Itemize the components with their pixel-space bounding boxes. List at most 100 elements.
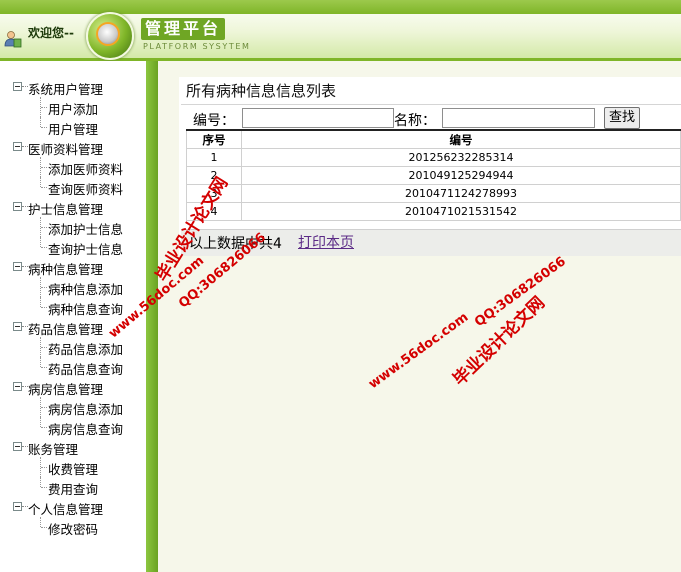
collapse-icon[interactable] [13,82,22,91]
collapse-icon[interactable] [13,262,22,271]
sidebar-item-label[interactable]: 病房信息添加 [48,399,123,418]
column-header-code: 编号 [241,129,681,149]
sidebar-item[interactable]: 药品信息添加 [0,337,146,357]
data-table: 序号 编号 1 201256232285314 2 20104912529494… [186,129,681,221]
sidebar-divider [146,61,158,572]
table-row[interactable]: 1 201256232285314 [186,148,681,167]
logo-center [96,22,120,46]
platform-title: 管理平台 [141,18,225,40]
sidebar-group[interactable]: 个人信息管理 [0,497,146,517]
sidebar-item[interactable]: 添加医师资料 [0,157,146,177]
tree-connector [41,347,47,349]
tree-connector [41,227,47,229]
sidebar-item[interactable]: 药品信息查询 [0,357,146,377]
tree-connector [40,237,42,247]
sidebar-group-label: 个人信息管理 [28,502,104,517]
row-code: 201049125294944 [241,166,681,185]
sidebar-group[interactable]: 医师资料管理 [0,137,146,157]
sidebar-item-label[interactable]: 收费管理 [48,459,98,478]
sidebar-group[interactable]: 系统用户管理 [0,77,146,97]
table-row[interactable]: 2 201049125294944 [186,166,681,185]
sidebar-group-label: 护士信息管理 [28,202,104,217]
header-top-bar [0,0,681,14]
sidebar-item-label[interactable]: 添加医师资料 [48,159,123,178]
sidebar-group-label: 账务管理 [28,442,79,457]
sidebar-item[interactable]: 收费管理 [0,457,146,477]
sidebar-item-label[interactable]: 病种信息添加 [48,279,123,298]
sidebar-group-label: 病种信息管理 [28,262,104,277]
column-header-index: 序号 [186,129,242,149]
welcome-text: 欢迎您-- [28,26,74,40]
sidebar-group-label: 病房信息管理 [28,382,104,397]
sidebar-group[interactable]: 账务管理 [0,437,146,457]
tree-connector [40,357,42,367]
tree-connector [40,297,42,307]
collapse-icon[interactable] [13,322,22,331]
page-title: 所有病种信息信息列表 [186,82,337,100]
logo-icon [86,12,134,60]
sidebar-item[interactable]: 用户管理 [0,117,146,137]
collapse-icon[interactable] [13,142,22,151]
sidebar-item[interactable]: 修改密码 [0,517,146,537]
collapse-icon[interactable] [13,382,22,391]
platform-subtitle: PLATFORM SYSYTEM [143,42,251,51]
sidebar-item[interactable]: 添加护士信息 [0,217,146,237]
sidebar-item-label[interactable]: 病种信息查询 [48,299,123,318]
sidebar-item-label[interactable]: 药品信息查询 [48,359,123,378]
tree-connector [41,527,47,529]
sidebar-group-label: 医师资料管理 [28,142,104,157]
table-row[interactable]: 3 2010471124278993 [186,184,681,203]
nav-tree: 系统用户管理用户添加 用户管理医师资料管理添加医师资料 查询医师资料护士信息管理添加… [0,77,146,537]
sidebar-group-label: 系统用户管理 [28,82,104,97]
sidebar-group[interactable]: 护士信息管理 [0,197,146,217]
row-index: 1 [186,148,242,167]
tree-connector [41,127,47,129]
sidebar-item[interactable]: 查询医师资料 [0,177,146,197]
sidebar-item-label[interactable]: 查询护士信息 [48,239,123,258]
sidebar-item[interactable]: 病房信息添加 [0,397,146,417]
code-label: 编号： [193,113,235,129]
tree-connector [41,407,47,409]
collapse-icon[interactable] [13,202,22,211]
print-page-link[interactable]: 打印本页 [298,232,354,252]
tree-connector [40,417,42,427]
name-input[interactable] [442,108,595,128]
sidebar-group[interactable]: 病种信息管理 [0,257,146,277]
tree-connector [41,367,47,369]
sidebar-item-label[interactable]: 病房信息查询 [48,419,123,438]
sidebar-item-label[interactable]: 药品信息添加 [48,339,123,358]
tree-connector [40,517,42,527]
sidebar-group[interactable]: 病房信息管理 [0,377,146,397]
sidebar-item-label[interactable]: 用户管理 [48,119,98,138]
sidebar-item-label[interactable]: 修改密码 [48,519,98,538]
search-button[interactable]: 查找 [604,107,640,129]
code-input[interactable] [242,108,394,128]
table-row[interactable]: 4 2010471021531542 [186,202,681,221]
tree-connector [41,107,47,109]
sidebar-item[interactable]: 病种信息添加 [0,277,146,297]
sidebar-item-label[interactable]: 用户添加 [48,99,98,118]
user-icon [4,31,22,48]
row-code: 201256232285314 [241,148,681,167]
tree-connector [41,287,47,289]
sidebar-item[interactable]: 查询护士信息 [0,237,146,257]
tree-connector [40,177,42,187]
collapse-icon[interactable] [13,442,22,451]
sidebar-item-label[interactable]: 添加护士信息 [48,219,123,238]
tree-connector [41,307,47,309]
sidebar-group-label: 药品信息管理 [28,322,104,337]
sidebar-item-label[interactable]: 查询医师资料 [48,179,123,198]
sidebar-item[interactable]: 费用查询 [0,477,146,497]
name-label: 名称： [394,113,436,129]
title-divider [181,104,681,105]
tree-connector [40,477,42,487]
sidebar-item[interactable]: 病房信息查询 [0,417,146,437]
collapse-icon[interactable] [13,502,22,511]
tree-connector [41,167,47,169]
sidebar-item-label[interactable]: 费用查询 [48,479,98,498]
sidebar-item[interactable]: 用户添加 [0,97,146,117]
tree-connector [40,117,42,127]
tree-connector [41,467,47,469]
tree-connector [41,247,47,249]
tree-connector [41,487,47,489]
